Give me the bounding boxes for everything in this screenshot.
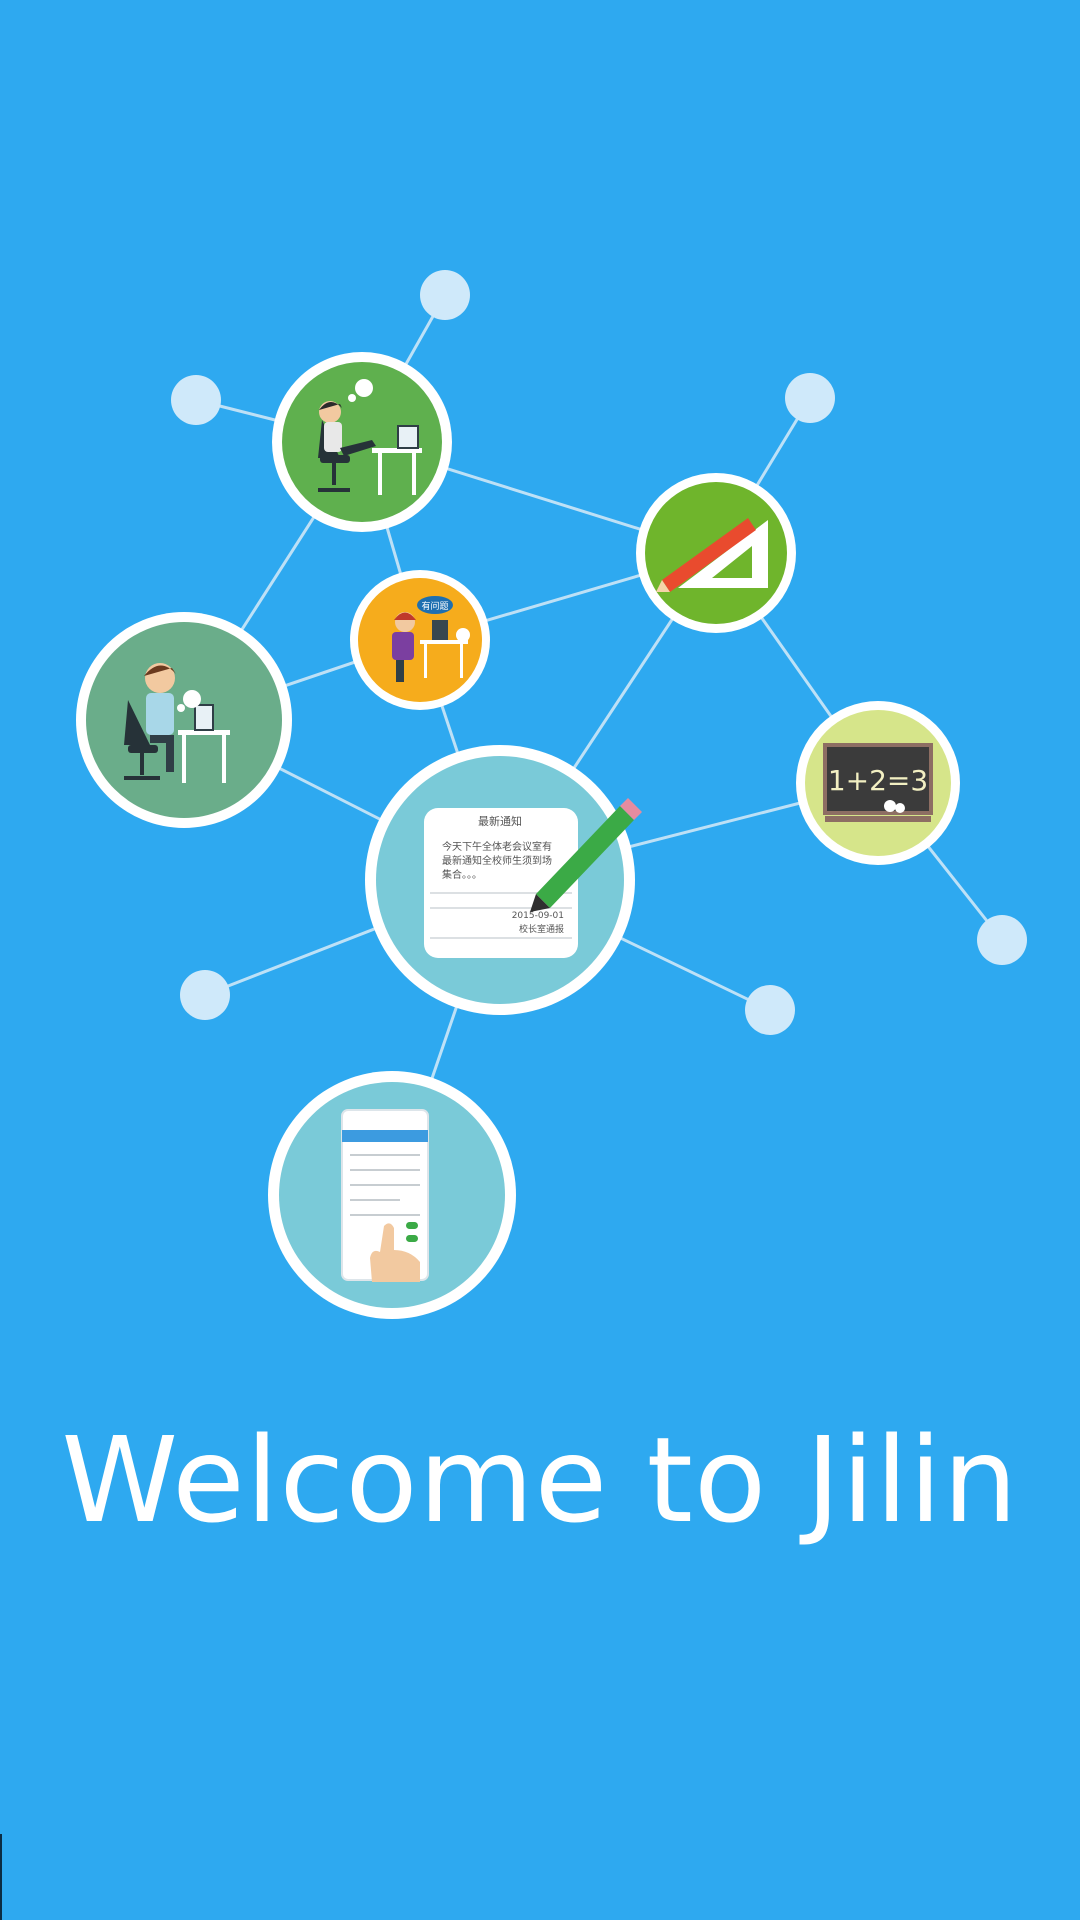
reclining-person-node	[272, 352, 452, 532]
notice-line-2: 最新通知全校师生须到场	[442, 854, 552, 867]
blackboard-icon: 1+2=3	[823, 743, 933, 822]
notice-line-1: 今天下午全体老会议室有	[442, 840, 552, 853]
welcome-title: Welcome to Jilin	[61, 1411, 1019, 1549]
notice-node: 最新通知 今天下午全体老会议室有 最新通知全校师生须到场 集合。。。 2015-…	[365, 745, 642, 1015]
screen-edge-indicator	[0, 1834, 2, 1920]
network-illustration: 有问题 1+2=3 最新通知 今天下午全体老会议室有 最新通知全校师生须到场 集…	[76, 270, 1027, 1319]
notice-heading: 最新通知	[478, 814, 522, 828]
student-question-node: 有问题	[350, 570, 490, 710]
stationery-node	[636, 473, 796, 633]
notice-date: 2015-09-01	[512, 911, 564, 921]
bubble-text: 有问题	[421, 600, 448, 612]
notice-sender: 校长室通报	[519, 923, 564, 935]
notice-line-3: 集合。。。	[442, 868, 482, 881]
blackboard-text: 1+2=3	[828, 764, 928, 797]
splash-screen: 有问题 1+2=3 最新通知 今天下午全体老会议室有 最新通知全校师生须到场 集…	[0, 0, 1080, 1920]
mobile-app-node	[268, 1071, 516, 1319]
office-worker-node	[76, 612, 292, 828]
phone-icon	[341, 1109, 429, 1282]
blackboard-node: 1+2=3	[796, 701, 960, 865]
